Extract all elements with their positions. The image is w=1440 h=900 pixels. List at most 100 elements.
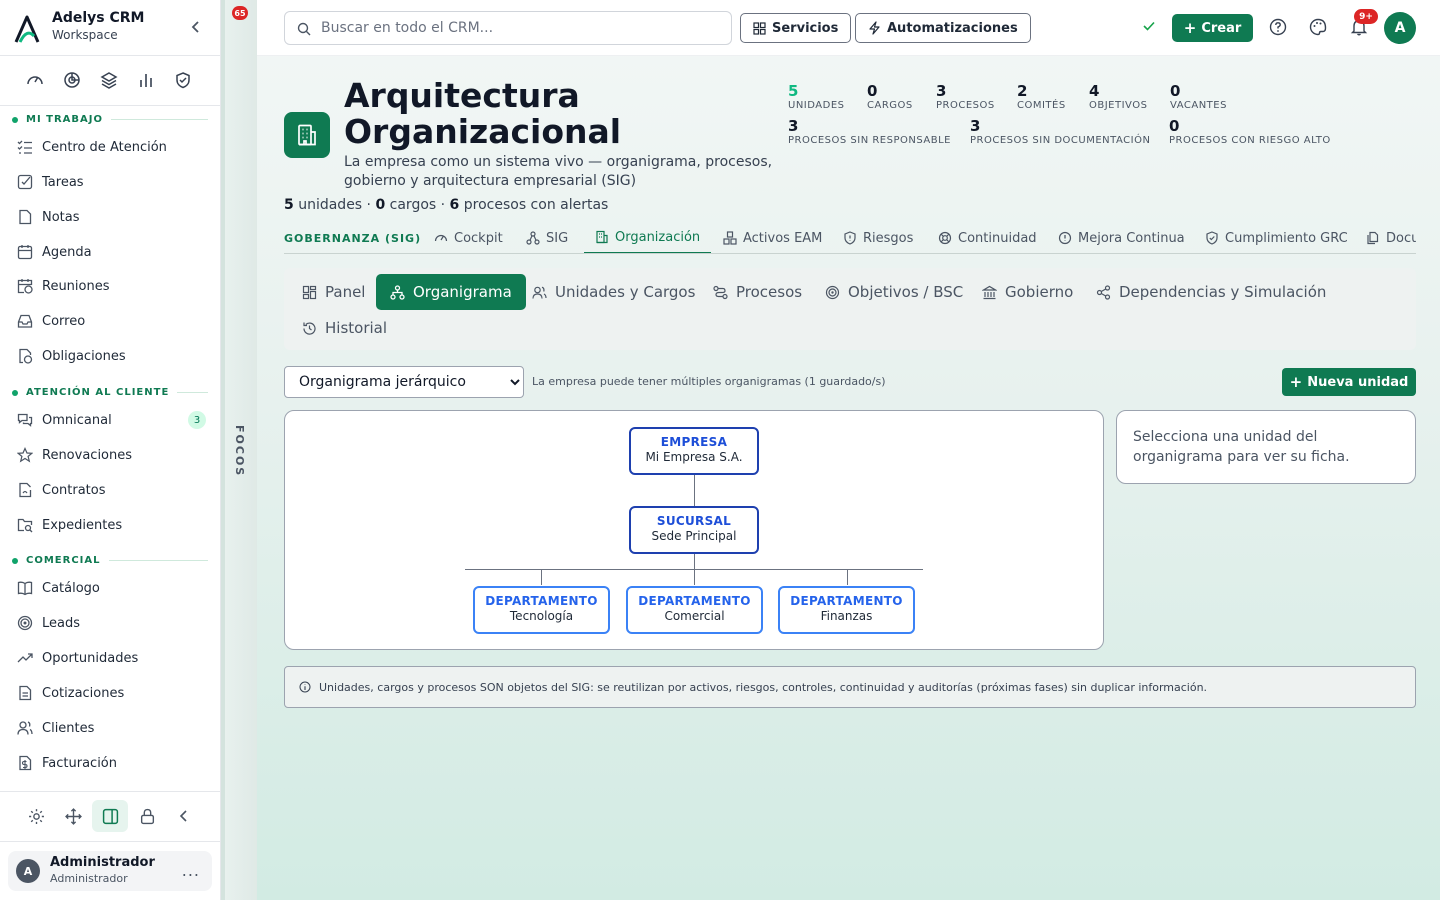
lock-icon[interactable] xyxy=(129,800,165,832)
brand[interactable]: Adelys CRM Workspace xyxy=(14,10,214,50)
search-box[interactable] xyxy=(284,11,732,45)
share-icon xyxy=(1096,284,1111,300)
nueva-unidad-button[interactable]: + Nueva unidad xyxy=(1282,368,1416,396)
route-icon xyxy=(713,285,728,299)
alert-circle-icon xyxy=(1058,231,1072,245)
tab-documentos[interactable]: Docu xyxy=(1366,222,1416,253)
connector-line xyxy=(694,553,695,569)
tab-continuidad[interactable]: Continuidad xyxy=(938,222,1037,253)
sub-tabs: Panel Organigrama Unidades y Cargos Proc… xyxy=(284,268,1416,350)
page-title: Arquitectura Organizacional xyxy=(344,76,622,151)
tab-riesgos[interactable]: Riesgos xyxy=(843,222,913,253)
divider xyxy=(0,105,220,106)
tab-cockpit[interactable]: Cockpit xyxy=(434,222,503,253)
document-icon xyxy=(16,684,34,702)
org-node-sucursal[interactable]: SUCURSAL Sede Principal xyxy=(629,506,759,554)
subtab-unidades-cargos[interactable]: Unidades y Cargos xyxy=(518,274,709,310)
invoice-icon xyxy=(16,754,34,772)
sidebar-item-correo[interactable]: Correo xyxy=(16,309,206,333)
user-menu[interactable]: A Administrador Administrador ... xyxy=(8,851,212,891)
sidebar-item-contratos[interactable]: Contratos xyxy=(16,478,206,502)
settings-icon[interactable] xyxy=(18,800,54,832)
gauge-icon[interactable] xyxy=(26,70,44,90)
folder-search-icon xyxy=(16,516,34,534)
users-icon xyxy=(16,719,34,737)
servicios-button[interactable]: Servicios xyxy=(740,13,852,43)
subtab-dependencias-simulacion[interactable]: Dependencias y Simulación xyxy=(1082,274,1340,310)
subtab-objetivos-bsc[interactable]: Objetivos / BSC xyxy=(811,274,977,310)
org-chart-icon xyxy=(390,284,405,300)
sidebar-item-oportunidades[interactable]: Oportunidades xyxy=(16,646,206,670)
layers-icon[interactable] xyxy=(100,70,118,90)
user-avatar[interactable]: A xyxy=(1384,12,1416,44)
sidebar-item-clientes[interactable]: Clientes xyxy=(16,716,206,740)
tab-organizacion[interactable]: Organización xyxy=(584,222,712,253)
org-node-departamento-tecnologia[interactable]: DEPARTAMENTO Tecnología xyxy=(473,586,610,634)
organigrama-select[interactable]: Organigrama jerárquico xyxy=(284,366,524,398)
sidebar-item-catalogo[interactable]: Catálogo xyxy=(16,576,206,600)
check-icon xyxy=(1143,21,1155,31)
sidebar-item-expedientes[interactable]: Expedientes xyxy=(16,513,206,537)
shield-check-icon[interactable] xyxy=(174,70,192,90)
calendar-icon xyxy=(16,243,34,261)
lightning-icon xyxy=(869,21,880,35)
info-icon xyxy=(299,681,311,693)
sidebar-item-obligaciones[interactable]: Obligaciones xyxy=(16,344,206,368)
sidebar-item-tareas[interactable]: Tareas xyxy=(16,170,206,194)
boxes-icon xyxy=(723,231,737,245)
help-icon[interactable] xyxy=(1269,18,1287,36)
grid-icon xyxy=(753,21,766,35)
sidebar-item-leads[interactable]: Leads xyxy=(16,611,206,635)
more-options-icon[interactable]: ... xyxy=(182,861,200,880)
file-clock-icon xyxy=(16,347,34,365)
org-node-departamento-finanzas[interactable]: DEPARTAMENTO Finanzas xyxy=(778,586,915,634)
focos-panel[interactable]: 65 FOCOS xyxy=(221,0,257,900)
panel-layout-icon[interactable] xyxy=(92,800,128,832)
sidebar-item-agenda[interactable]: Agenda xyxy=(16,240,206,264)
crear-button[interactable]: + Crear xyxy=(1172,14,1253,42)
kpi-cargos: 0 CARGOS xyxy=(867,82,913,111)
chevron-left-icon[interactable] xyxy=(166,800,202,832)
documents-icon xyxy=(1367,231,1379,245)
building-icon xyxy=(284,112,330,158)
history-icon xyxy=(303,321,316,335)
sidebar-item-cotizaciones[interactable]: Cotizaciones xyxy=(16,681,206,705)
search-input[interactable] xyxy=(321,12,721,44)
sidebar-item-omnicanal[interactable]: Omnicanal 3 xyxy=(16,408,206,432)
org-node-departamento-comercial[interactable]: DEPARTAMENTO Comercial xyxy=(626,586,763,634)
notification-badge: 9+ xyxy=(1354,9,1378,24)
plus-icon: + xyxy=(1289,373,1303,391)
automatizaciones-button[interactable]: Automatizaciones xyxy=(855,13,1031,43)
subtab-procesos[interactable]: Procesos xyxy=(699,274,816,310)
inbox-icon xyxy=(16,312,34,330)
tab-gobernanza-sig[interactable]: GOBERNANZA (SIG) xyxy=(284,222,421,253)
sidebar-item-notas[interactable]: Notas xyxy=(16,205,206,229)
module-tabs: GOBERNANZA (SIG) Cockpit SIG Organizació… xyxy=(284,222,1416,254)
subtab-historial[interactable]: Historial xyxy=(288,310,401,346)
page-summary: 5 unidades · 0 cargos · 6 procesos con a… xyxy=(284,197,609,213)
subtab-panel[interactable]: Panel xyxy=(288,274,379,310)
sidebar-item-facturacion[interactable]: Facturación xyxy=(16,751,206,775)
subtab-organigrama[interactable]: Organigrama xyxy=(376,274,526,310)
move-icon[interactable] xyxy=(55,800,91,832)
tab-activos-eam[interactable]: Activos EAM xyxy=(723,222,822,253)
chevron-left-icon[interactable] xyxy=(190,20,202,34)
kpi-vacantes: 0 VACANTES xyxy=(1170,82,1227,111)
tab-cumplimiento-grc[interactable]: Cumplimiento GRC xyxy=(1205,222,1348,253)
subtab-gobierno[interactable]: Gobierno xyxy=(968,274,1087,310)
bar-chart-icon[interactable] xyxy=(137,70,155,90)
tab-sig[interactable]: SIG xyxy=(526,222,568,253)
top-bar: Servicios Automatizaciones +Crear 9+ A xyxy=(257,0,1440,56)
tab-mejora-continua[interactable]: Mejora Continua xyxy=(1058,222,1185,253)
calendar-clock-icon xyxy=(16,277,34,295)
sidebar-item-reuniones[interactable]: Reuniones xyxy=(16,274,206,298)
sidebar-item-renovaciones[interactable]: Renovaciones xyxy=(16,443,206,467)
palette-icon[interactable] xyxy=(1309,18,1327,36)
org-node-empresa[interactable]: EMPRESA Mi Empresa S.A. xyxy=(629,427,759,475)
user-role: Administrador xyxy=(50,872,128,885)
target-chart-icon[interactable] xyxy=(63,70,81,90)
kpi-procesos-sin-responsable: 3 PROCESOS SIN RESPONSABLE xyxy=(788,117,951,146)
kpi-procesos-sin-documentacion: 3 PROCESOS SIN DOCUMENTACIÓN xyxy=(970,117,1151,146)
sidebar-item-centro-atencion[interactable]: Centro de Atención xyxy=(16,135,206,159)
main-content: Servicios Automatizaciones +Crear 9+ A A… xyxy=(257,0,1440,900)
